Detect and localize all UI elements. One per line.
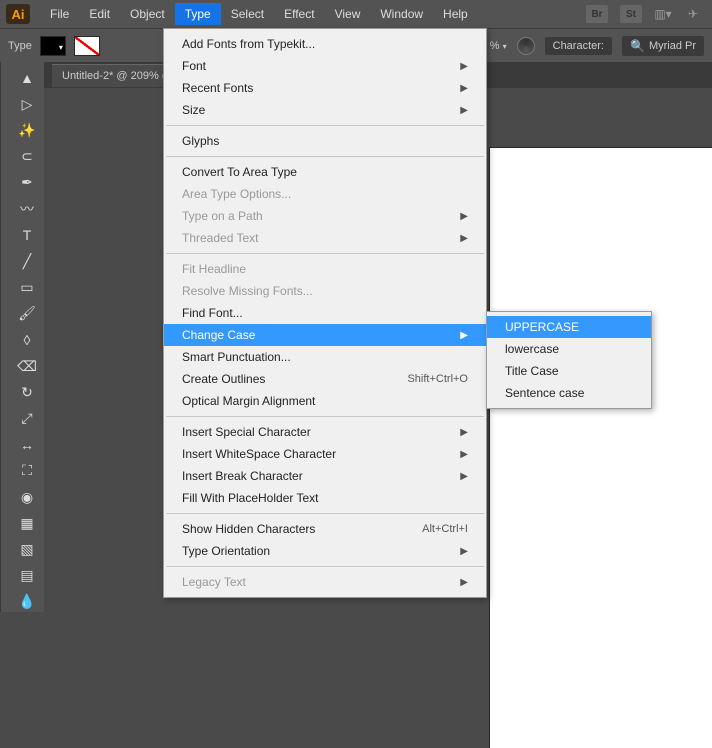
menu-window[interactable]: Window [370,3,433,25]
arrange-documents-icon[interactable]: ▥▾ [654,5,672,23]
menu-item-label: Change Case [182,328,255,342]
menu-separator [166,566,484,567]
menubar: Ai FileEditObjectTypeSelectEffectViewWin… [0,0,712,28]
menu-item-area-type-options: Area Type Options... [164,183,486,205]
menu-item-label: Create Outlines [182,372,265,386]
menu-type[interactable]: Type [175,3,221,25]
menu-item-show-hidden-characters[interactable]: Show Hidden Characters Alt+Ctrl+I [164,518,486,540]
stroke-swatch[interactable] [74,36,100,56]
menu-item-optical-margin-alignment[interactable]: Optical Margin Alignment [164,390,486,412]
gpu-preview-icon[interactable]: ✈ [684,5,702,23]
fill-swatch[interactable]: ▾ [40,36,66,56]
bridge-icon[interactable]: Br [586,5,608,23]
menu-separator [166,156,484,157]
menu-item-change-case[interactable]: Change Case ▶ [164,324,486,346]
menu-item-label: Type Orientation [182,544,270,558]
menu-item-fill-with-placeholder-text[interactable]: Fill With PlaceHolder Text [164,487,486,509]
recolor-icon[interactable] [517,37,535,55]
menu-item-shortcut: Alt+Ctrl+I [422,523,468,535]
menu-item-insert-special-character[interactable]: Insert Special Character ▶ [164,421,486,443]
menu-view[interactable]: View [325,3,371,25]
menu-item-label: Recent Fonts [182,81,253,95]
menu-item-label: Font [182,59,206,73]
menu-item-type-orientation[interactable]: Type Orientation ▶ [164,540,486,562]
menubar-right: Br St ▥▾ ✈ [586,5,712,23]
menu-item-resolve-missing-fonts: Resolve Missing Fonts... [164,280,486,302]
submenu-arrow-icon: ▶ [460,427,468,438]
menu-item-label: Smart Punctuation... [182,350,291,364]
menu-item-label: Resolve Missing Fonts... [182,284,313,298]
stock-icon[interactable]: St [620,5,642,23]
opacity-value[interactable]: % ▾ [490,40,507,52]
submenu-arrow-icon: ▶ [460,105,468,116]
submenu-arrow-icon: ▶ [460,577,468,588]
menu-file[interactable]: File [40,3,79,25]
menu-item-find-font[interactable]: Find Font... [164,302,486,324]
menu-item-label: Find Font... [182,306,243,320]
menu-object[interactable]: Object [120,3,175,25]
app-logo: Ai [6,4,30,24]
menu-item-create-outlines[interactable]: Create Outlines Shift+Ctrl+O [164,368,486,390]
submenu-arrow-icon: ▶ [460,449,468,460]
menu-item-label: Insert WhiteSpace Character [182,447,336,461]
menu-edit[interactable]: Edit [79,3,120,25]
submenu-arrow-icon: ▶ [460,211,468,222]
menu-item-label: Legacy Text [182,575,246,589]
menu-separator [166,513,484,514]
submenu-item-title-case[interactable]: Title Case [487,360,651,382]
menu-item-label: Show Hidden Characters [182,522,315,536]
menu-item-shortcut: Shift+Ctrl+O [407,373,468,385]
menu-effect[interactable]: Effect [274,3,324,25]
menu-item-convert-to-area-type[interactable]: Convert To Area Type [164,161,486,183]
menu-item-legacy-text: Legacy Text ▶ [164,571,486,593]
menu-item-threaded-text: Threaded Text ▶ [164,227,486,249]
menu-item-type-on-a-path: Type on a Path ▶ [164,205,486,227]
submenu-arrow-icon: ▶ [460,83,468,94]
menu-help[interactable]: Help [433,3,478,25]
change-case-submenu: UPPERCASElowercaseTitle CaseSentence cas… [486,311,652,409]
menu-item-glyphs[interactable]: Glyphs [164,130,486,152]
menu-item-label: Add Fonts from Typekit... [182,37,315,51]
menu-item-size[interactable]: Size ▶ [164,99,486,121]
menu-item-label: Optical Margin Alignment [182,394,315,408]
menu-item-label: Threaded Text [182,231,259,245]
menu-item-insert-whitespace-character[interactable]: Insert WhiteSpace Character ▶ [164,443,486,465]
menu-item-add-fonts-from-typekit[interactable]: Add Fonts from Typekit... [164,33,486,55]
submenu-arrow-icon: ▶ [460,330,468,341]
submenu-item-lowercase[interactable]: lowercase [487,338,651,360]
submenu-arrow-icon: ▶ [460,546,468,557]
menu-item-label: Size [182,103,205,117]
menu-item-label: Glyphs [182,134,219,148]
menu-separator [166,125,484,126]
artboard[interactable] [490,148,712,748]
menu-separator [166,416,484,417]
selection-tool[interactable]: ▲ [16,68,38,88]
character-panel-button[interactable]: Character: [545,37,612,55]
submenu-arrow-icon: ▶ [460,471,468,482]
menu-item-label: Fill With PlaceHolder Text [182,491,319,505]
menu-item-label: Insert Special Character [182,425,311,439]
menu-item-label: Convert To Area Type [182,165,297,179]
menu-item-label: Fit Headline [182,262,246,276]
submenu-arrow-icon: ▶ [460,61,468,72]
font-family-dropdown[interactable]: 🔍Myriad Pr [622,36,704,56]
menu-item-recent-fonts[interactable]: Recent Fonts ▶ [164,77,486,99]
menu-select[interactable]: Select [221,3,274,25]
menu-item-label: Type on a Path [182,209,263,223]
submenu-item-sentence-case[interactable]: Sentence case [487,382,651,404]
menu-item-label: Insert Break Character [182,469,303,483]
menu-separator [166,253,484,254]
menu-item-insert-break-character[interactable]: Insert Break Character ▶ [164,465,486,487]
menu-item-font[interactable]: Font ▶ [164,55,486,77]
type-menu-dropdown: Add Fonts from Typekit...Font▶Recent Fon… [163,28,487,598]
options-bar-label: Type [8,40,32,52]
submenu-item-uppercase[interactable]: UPPERCASE [487,316,651,338]
menu-item-fit-headline: Fit Headline [164,258,486,280]
menu-item-smart-punctuation[interactable]: Smart Punctuation... [164,346,486,368]
menu-item-label: Area Type Options... [182,187,291,201]
submenu-arrow-icon: ▶ [460,233,468,244]
